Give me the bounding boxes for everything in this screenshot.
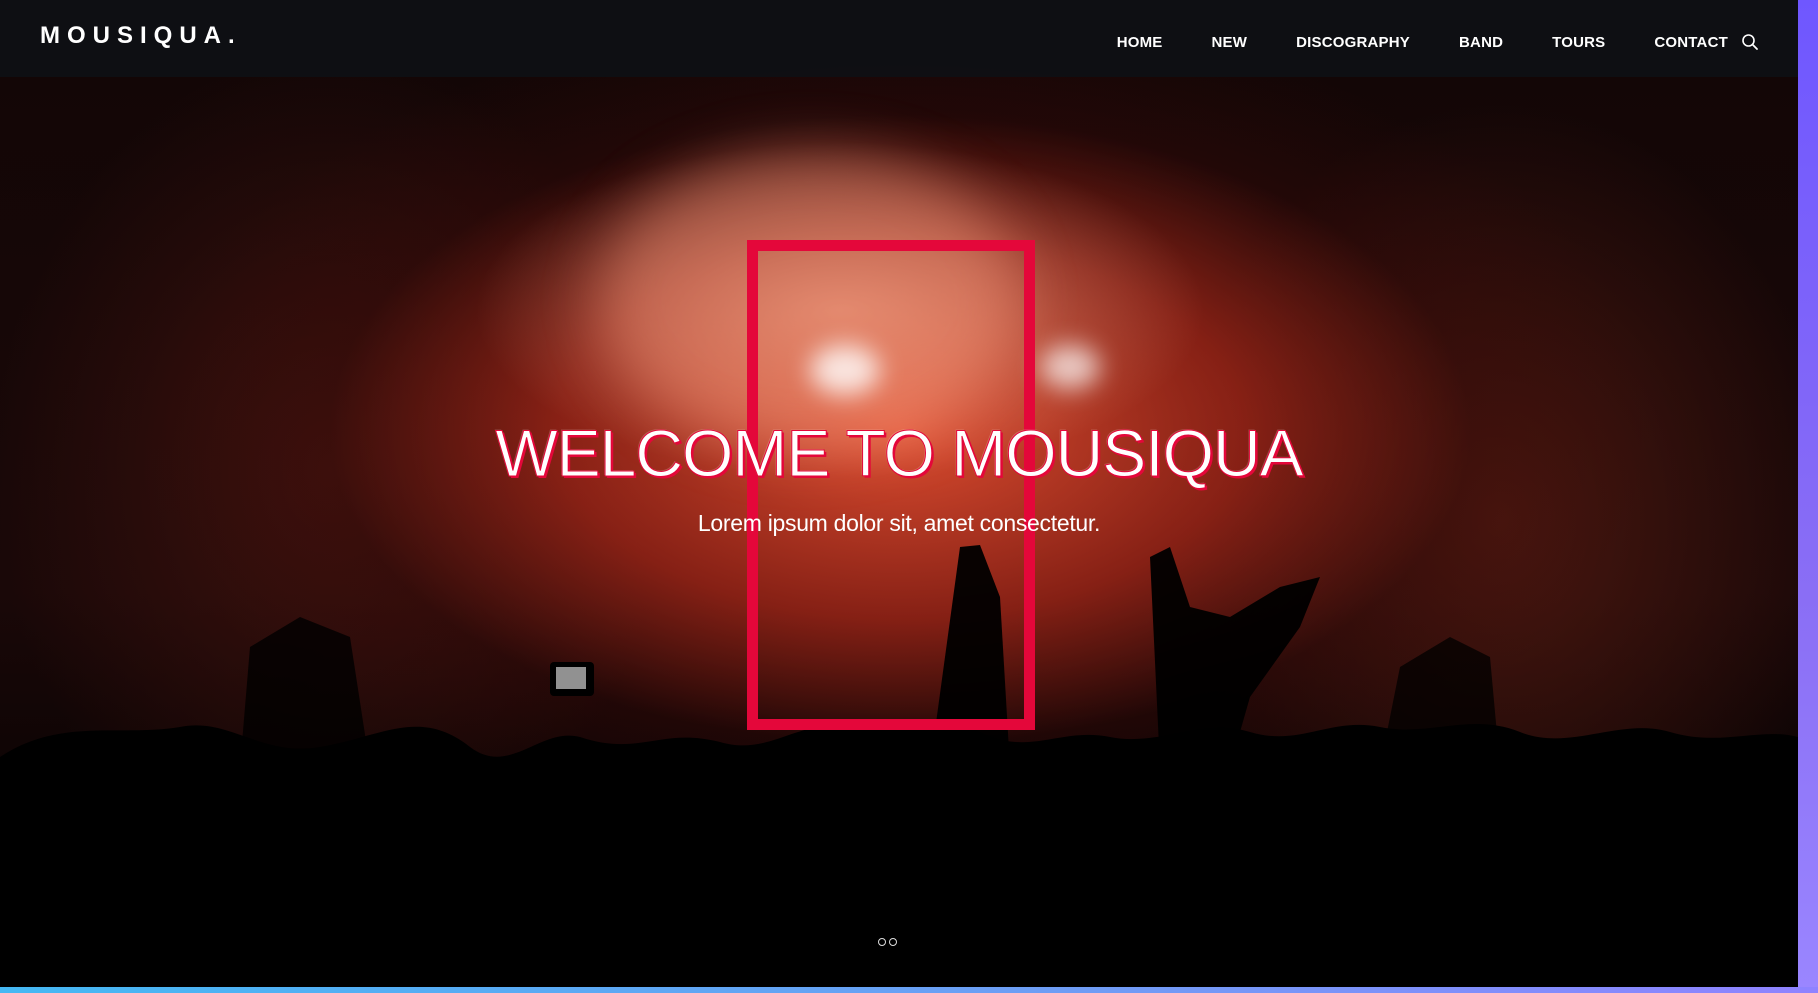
nav-item-new[interactable]: NEW — [1212, 34, 1248, 51]
hero-background: WELCOME TO MOUSIQUA Lorem ipsum dolor si… — [0, 0, 1798, 987]
hero-title: WELCOME TO MOUSIQUA — [495, 416, 1304, 491]
nav-item-contact[interactable]: CONTACT — [1654, 34, 1728, 51]
slide-dot-1[interactable] — [878, 938, 886, 946]
top-navigation-bar: MOUSIQUA. HOME NEW DISCOGRAPHY BAND TOUR… — [0, 0, 1798, 77]
stage-light-right — [1040, 345, 1100, 389]
nav-item-discography[interactable]: DISCOGRAPHY — [1296, 34, 1410, 51]
search-icon[interactable] — [1741, 33, 1759, 51]
slide-dot-2[interactable] — [889, 938, 897, 946]
hero-subtitle: Lorem ipsum dolor sit, amet consectetur. — [697, 510, 1101, 536]
nav-item-band[interactable]: BAND — [1459, 34, 1503, 51]
nav-item-home[interactable]: HOME — [1117, 34, 1163, 51]
main-nav: HOME NEW DISCOGRAPHY BAND TOURS CONTACT — [1068, 34, 1728, 51]
nav-item-tours[interactable]: TOURS — [1552, 34, 1605, 51]
site-logo[interactable]: MOUSIQUA. — [40, 22, 242, 50]
bottom-edge-strip — [0, 987, 1818, 993]
slider-pagination — [878, 938, 897, 946]
browser-edge-strip — [1798, 0, 1818, 993]
